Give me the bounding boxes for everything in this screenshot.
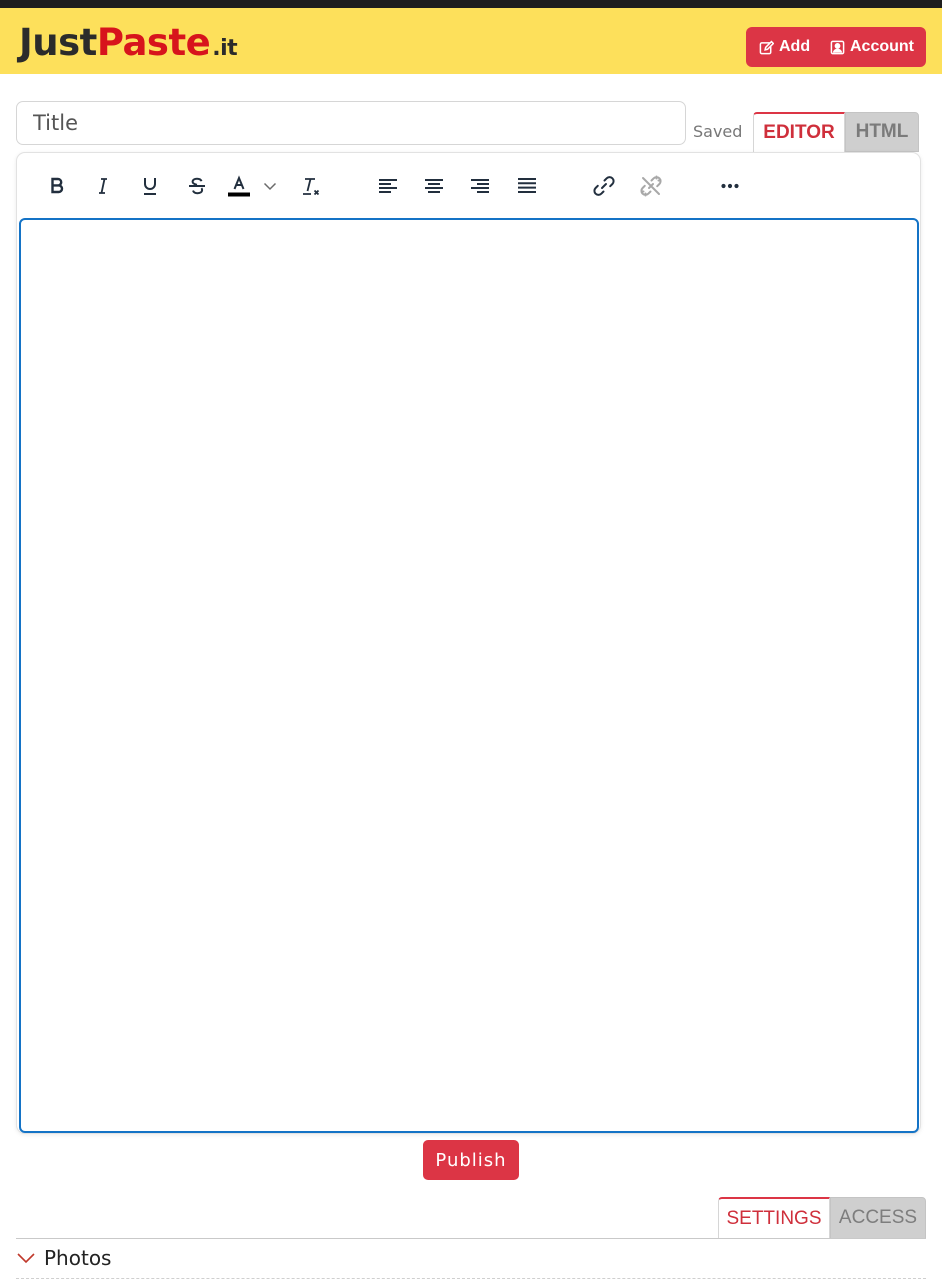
align-justify-icon (518, 178, 536, 193)
align-right-icon (471, 179, 489, 193)
logo-it: .it (212, 36, 238, 61)
save-status: Saved (693, 122, 743, 141)
divider (16, 1278, 926, 1279)
remove-format-icon (303, 178, 320, 196)
chevron-down-icon (263, 182, 277, 191)
tab-settings[interactable]: SETTINGS (718, 1197, 830, 1239)
top-strip (0, 0, 942, 8)
underline-button[interactable] (133, 169, 167, 203)
italic-button[interactable] (86, 169, 120, 203)
settings-tabs: SETTINGS ACCESS (718, 1197, 926, 1239)
site-header: JustPaste.it Add Account (0, 8, 942, 74)
unlink-icon (640, 175, 662, 197)
justpaste-logo[interactable]: JustPaste.it (19, 21, 238, 69)
bold-icon (51, 177, 64, 194)
italic-icon (99, 178, 107, 194)
text-color-dropdown[interactable] (257, 169, 283, 203)
editor-toolbar (17, 153, 920, 219)
chevron-down-icon (17, 1253, 35, 1264)
photos-section-toggle[interactable]: Photos (16, 1246, 111, 1270)
editor-content-area[interactable] (19, 218, 919, 1133)
underline-icon (144, 178, 156, 195)
text-color-button[interactable] (222, 169, 256, 203)
justify-button[interactable] (510, 169, 544, 203)
align-right-button[interactable] (463, 169, 497, 203)
edit-icon (759, 40, 774, 54)
photos-section-label: Photos (44, 1246, 112, 1270)
editor-mode-tabs: EDITOR HTML (753, 112, 919, 152)
publish-button[interactable]: Publish (423, 1140, 519, 1180)
title-input[interactable] (16, 101, 686, 145)
more-button[interactable] (713, 169, 747, 203)
insert-link-button[interactable] (587, 169, 621, 203)
clear-formatting-button[interactable] (294, 169, 328, 203)
user-icon (830, 40, 845, 54)
logo-just: Just (19, 21, 97, 64)
account-button[interactable]: Account (830, 38, 914, 56)
remove-link-button[interactable] (634, 169, 668, 203)
align-left-button[interactable] (371, 169, 405, 203)
link-icon (593, 176, 615, 196)
strikethrough-icon (189, 177, 205, 195)
logo-paste: Paste (96, 21, 211, 64)
align-center-icon (425, 179, 443, 193)
tab-access[interactable]: ACCESS (830, 1197, 926, 1239)
bold-button[interactable] (40, 169, 74, 203)
align-left-icon (379, 179, 397, 193)
tab-html[interactable]: HTML (845, 112, 919, 152)
add-button[interactable]: Add (759, 38, 810, 56)
header-button-group: Add Account (746, 27, 926, 67)
more-horizontal-icon (721, 183, 739, 189)
divider (16, 1238, 926, 1239)
align-center-button[interactable] (417, 169, 451, 203)
rich-text-editor (16, 152, 921, 1134)
text-color-icon (228, 175, 250, 197)
add-button-label: Add (779, 38, 811, 55)
tab-editor[interactable]: EDITOR (753, 112, 845, 152)
account-button-label: Account (850, 38, 914, 55)
strikethrough-button[interactable] (180, 169, 214, 203)
